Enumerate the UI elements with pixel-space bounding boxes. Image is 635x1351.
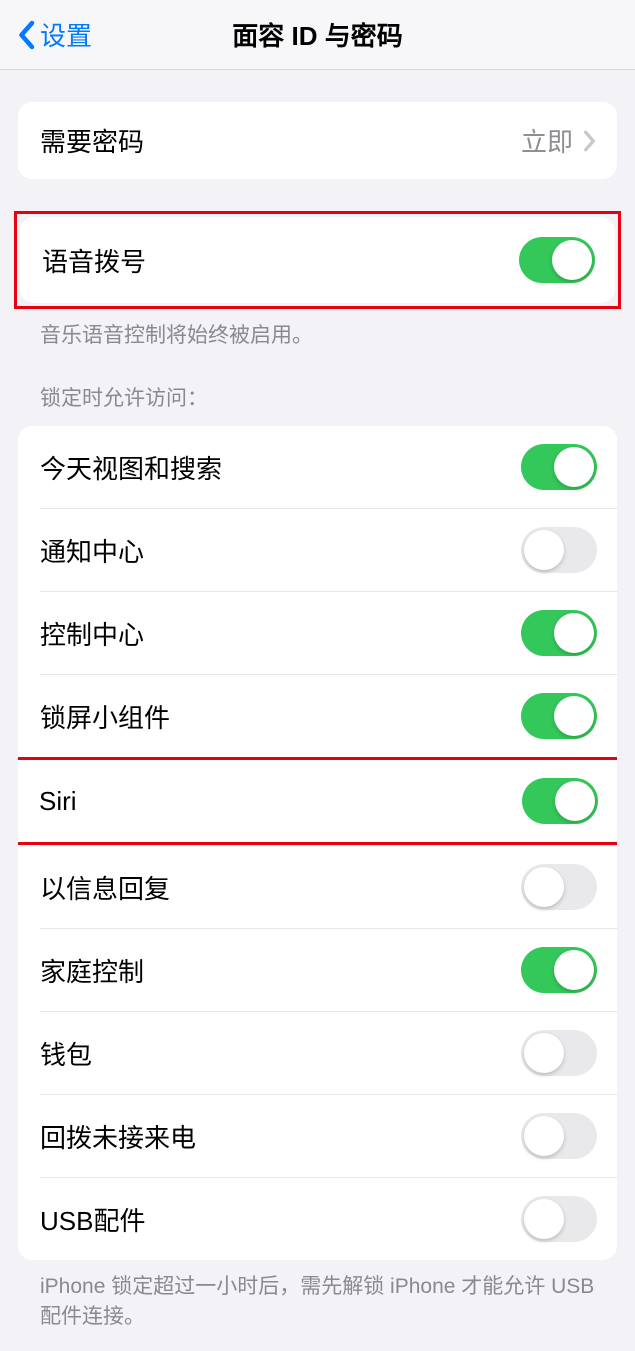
lock-item-row: 今天视图和搜索 — [40, 426, 617, 508]
lock-item-label: 以信息回复 — [40, 869, 170, 906]
usb-footer: iPhone 锁定超过一小时后，需先解锁 iPhone 才能允许 USB 配件连… — [40, 1272, 595, 1331]
voice-dial-section: 语音拨号 — [20, 217, 615, 303]
lock-screen-section: 今天视图和搜索通知中心控制中心锁屏小组件 Siri 以信息回复家庭控制钱包回拨未接来… — [18, 426, 617, 1260]
toggle-knob — [552, 240, 592, 280]
toggle-knob — [554, 950, 594, 990]
toggle-knob — [524, 1033, 564, 1073]
lock-item-toggle[interactable] — [521, 693, 597, 739]
voice-dial-toggle[interactable] — [519, 237, 595, 283]
siri-highlight: Siri — [18, 757, 617, 845]
chevron-left-icon — [16, 20, 36, 50]
toggle-knob — [555, 781, 595, 821]
chevron-right-icon — [583, 130, 597, 152]
require-passcode-value: 立即 — [521, 122, 573, 159]
lock-item-toggle[interactable] — [521, 444, 597, 490]
lock-item-label: 锁屏小组件 — [40, 698, 170, 735]
lock-item-row: Siri — [18, 760, 617, 842]
lock-item-label: 回拨未接来电 — [40, 1118, 196, 1155]
lock-item-row: 锁屏小组件 — [40, 674, 617, 757]
toggle-knob — [554, 447, 594, 487]
content-area: 需要密码 立即 语音拨号 音乐语音控制将始终被启用。 锁定时允许访问： 今天视图… — [0, 102, 635, 1351]
toggle-knob — [524, 1116, 564, 1156]
lock-item-row: 回拨未接来电 — [40, 1094, 617, 1177]
voice-dial-row: 语音拨号 — [20, 217, 615, 303]
require-passcode-label: 需要密码 — [40, 122, 144, 159]
voice-dial-footer: 音乐语音控制将始终被启用。 — [40, 321, 595, 350]
lock-item-row: 以信息回复 — [40, 845, 617, 928]
lock-screen-header: 锁定时允许访问： — [40, 382, 595, 412]
lock-item-toggle[interactable] — [521, 864, 597, 910]
require-passcode-row[interactable]: 需要密码 立即 — [18, 102, 617, 179]
lock-item-label: USB配件 — [40, 1201, 145, 1238]
toggle-knob — [554, 696, 594, 736]
lock-item-row: 钱包 — [40, 1011, 617, 1094]
lock-item-row: USB配件 — [40, 1177, 617, 1260]
lock-item-toggle[interactable] — [521, 1113, 597, 1159]
voice-dial-label: 语音拨号 — [42, 242, 146, 279]
lock-item-toggle[interactable] — [521, 1196, 597, 1242]
page-title: 面容 ID 与密码 — [232, 16, 402, 53]
lock-item-row: 控制中心 — [40, 591, 617, 674]
lock-item-row: 家庭控制 — [40, 928, 617, 1011]
lock-item-label: 钱包 — [40, 1035, 92, 1072]
lock-item-label: 今天视图和搜索 — [40, 449, 222, 486]
lock-item-toggle[interactable] — [521, 947, 597, 993]
back-label: 设置 — [40, 16, 92, 53]
nav-bar: 设置 面容 ID 与密码 — [0, 0, 635, 70]
toggle-knob — [554, 613, 594, 653]
lock-item-toggle[interactable] — [521, 527, 597, 573]
toggle-knob — [524, 867, 564, 907]
lock-item-toggle[interactable] — [522, 778, 598, 824]
voice-dial-highlight: 语音拨号 — [14, 211, 621, 309]
toggle-knob — [524, 1199, 564, 1239]
lock-item-toggle[interactable] — [521, 610, 597, 656]
lock-item-label: Siri — [39, 786, 77, 817]
lock-item-label: 家庭控制 — [40, 952, 144, 989]
require-passcode-section: 需要密码 立即 — [18, 102, 617, 179]
lock-item-toggle[interactable] — [521, 1030, 597, 1076]
row-right: 立即 — [521, 122, 597, 159]
lock-item-row: 通知中心 — [40, 508, 617, 591]
back-button[interactable]: 设置 — [16, 16, 92, 53]
lock-item-label: 通知中心 — [40, 532, 144, 569]
toggle-knob — [524, 530, 564, 570]
lock-item-label: 控制中心 — [40, 615, 144, 652]
